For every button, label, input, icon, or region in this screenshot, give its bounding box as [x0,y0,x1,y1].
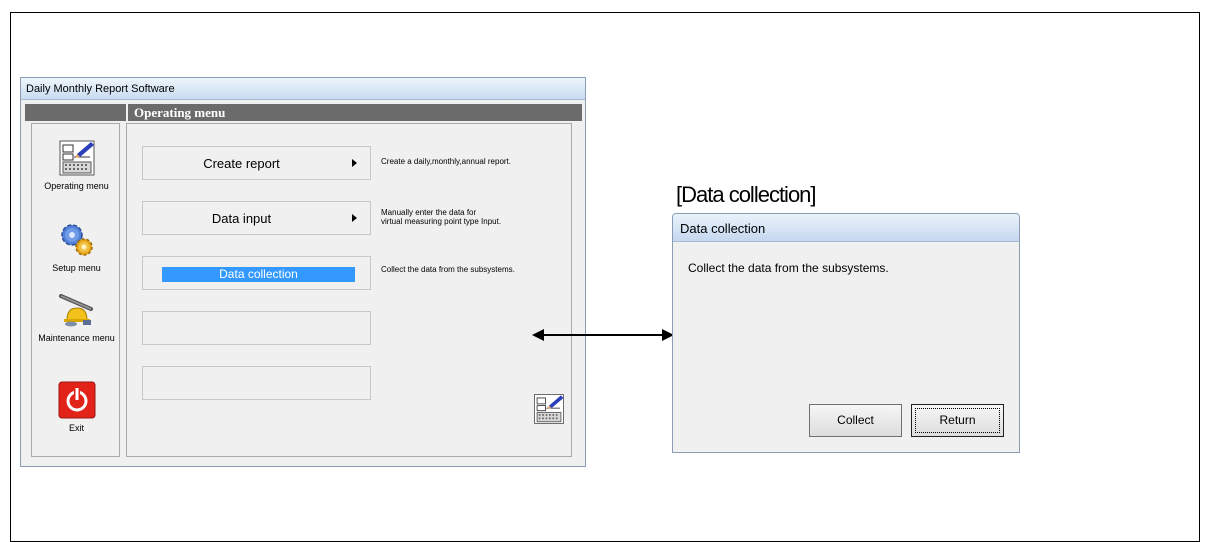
power-icon [58,381,95,419]
data-collection-button[interactable]: Data collection [142,256,371,290]
page-title: Operating menu [126,104,225,121]
exit-button[interactable]: Exit [32,380,121,433]
report-calendar-icon [59,140,94,176]
description-line: virtual measuring point type Input. [381,217,502,226]
dialog-title: Data collection [673,214,1019,242]
double-arrow-icon [532,329,674,341]
button-label: Data collection [162,267,355,282]
main-window: Daily Monthly Report Software Operating … [20,77,586,467]
return-button[interactable]: Return [911,404,1004,437]
operating-menu-panel: Create report Create a daily,monthly,ann… [126,123,572,457]
sidebar-item-label: Setup menu [52,263,101,273]
sidebar-item-label: Maintenance menu [38,333,115,343]
create-report-description: Create a daily,monthly,annual report. [381,157,511,166]
gears-icon [60,224,93,256]
submenu-arrow-icon [352,159,357,167]
sidebar-item-label: Exit [68,423,84,433]
data-collection-description: Collect the data from the subsystems. [381,265,515,274]
tools-helmet-icon [58,294,93,327]
empty-menu-button[interactable] [142,366,371,400]
header-bar: Operating menu [25,104,582,121]
button-label: Create report [203,156,280,171]
empty-menu-button[interactable] [142,311,371,345]
description-line: Manually enter the data for [381,208,477,217]
button-label: Data input [211,211,272,226]
collect-button[interactable]: Collect [809,404,902,437]
window-title: Daily Monthly Report Software [21,78,585,100]
sidebar-item-maintenance-menu[interactable]: Maintenance menu [32,290,121,343]
submenu-arrow-icon [352,214,357,222]
data-collection-dialog: Data collection Collect the data from th… [672,213,1020,453]
button-label: Return [915,408,1000,433]
sidebar-item-operating-menu[interactable]: Operating menu [32,138,121,191]
dialog-message: Collect the data from the subsystems. [688,261,889,275]
data-input-description: Manually enter the data for virtual meas… [381,208,501,226]
create-report-button[interactable]: Create report [142,146,371,180]
sidebar: Operating menu Setup menu Maintenance me… [31,123,120,457]
dialog-caption: [Data collection] [676,182,817,207]
sidebar-item-setup-menu[interactable]: Setup menu [32,220,121,273]
data-input-button[interactable]: Data input [142,201,371,235]
sidebar-item-label: Operating menu [44,181,109,191]
report-calendar-icon [534,394,564,424]
